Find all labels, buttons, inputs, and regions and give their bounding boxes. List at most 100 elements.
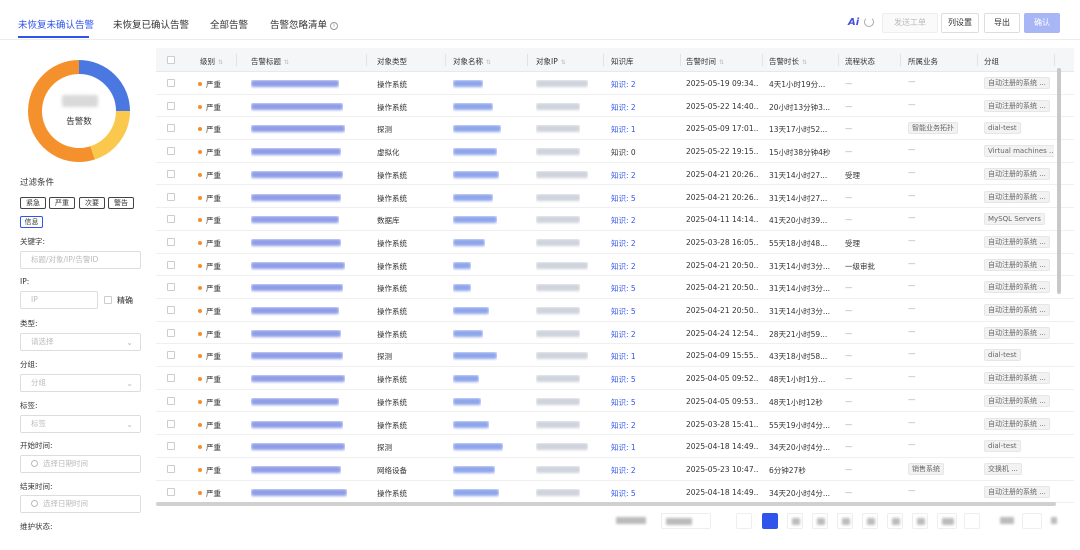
col-object-name[interactable]: 对象名称 ⇅ bbox=[453, 56, 491, 67]
cell-title[interactable] bbox=[251, 443, 345, 452]
row-checkbox[interactable] bbox=[167, 237, 175, 246]
last-page-button[interactable] bbox=[937, 513, 957, 529]
col-level[interactable]: 级别 ⇅ bbox=[200, 56, 223, 67]
cell-knowledge[interactable]: 知识: 1 bbox=[611, 124, 636, 135]
cell-title[interactable] bbox=[251, 307, 339, 316]
table-row[interactable]: 严重 操作系统 知识: 2 2025-05-19 09:34... 4天1小时1… bbox=[156, 72, 1074, 95]
cell-knowledge[interactable]: 知识: 2 bbox=[611, 420, 636, 431]
cell-title[interactable] bbox=[251, 216, 339, 225]
cell-knowledge[interactable]: 知识: 5 bbox=[611, 283, 636, 294]
cell-title[interactable] bbox=[251, 261, 345, 271]
cell-title[interactable] bbox=[251, 284, 343, 293]
cell-knowledge[interactable]: 知识: 1 bbox=[611, 442, 636, 453]
cell-title[interactable] bbox=[251, 193, 341, 203]
table-row[interactable]: 严重 虚拟化 知识: 0 2025-05-22 19:15... 15小时38分… bbox=[156, 140, 1074, 163]
cell-title[interactable] bbox=[251, 148, 341, 157]
cell-title[interactable] bbox=[251, 102, 343, 112]
send-ticket-button[interactable]: 发送工单 bbox=[882, 13, 938, 33]
table-row[interactable]: 严重 操作系统 知识: 2 2025-04-24 12:54... 28天21小… bbox=[156, 322, 1074, 345]
page-button[interactable] bbox=[812, 513, 828, 529]
table-row[interactable]: 严重 操作系统 知识: 2 2025-04-21 20:26... 31天14小… bbox=[156, 163, 1074, 186]
row-checkbox[interactable] bbox=[167, 351, 175, 360]
page-size-select[interactable] bbox=[661, 513, 711, 529]
row-checkbox[interactable] bbox=[167, 260, 175, 269]
row-checkbox[interactable] bbox=[167, 147, 175, 156]
tab-unrecovered-unconfirmed[interactable]: 未恢复未确认告警 bbox=[18, 17, 94, 31]
cell-knowledge[interactable]: 知识: 2 bbox=[611, 79, 636, 90]
cell-title[interactable] bbox=[251, 352, 343, 361]
table-row[interactable]: 严重 操作系统 知识: 5 2025-04-21 20:50... 31天14小… bbox=[156, 276, 1074, 299]
group-select[interactable]: 分组 ⌄ bbox=[20, 374, 141, 392]
exact-checkbox[interactable] bbox=[104, 296, 112, 304]
cell-object-name[interactable] bbox=[453, 488, 499, 498]
cell-object-name[interactable] bbox=[453, 170, 499, 180]
cell-object-name[interactable] bbox=[453, 465, 495, 475]
cell-title[interactable] bbox=[251, 170, 343, 180]
cell-knowledge[interactable]: 知识: 0 bbox=[611, 147, 636, 158]
page-button[interactable] bbox=[787, 513, 803, 529]
page-button[interactable] bbox=[862, 513, 878, 529]
cell-knowledge[interactable]: 知识: 5 bbox=[611, 306, 636, 317]
prev-page-button[interactable] bbox=[736, 513, 752, 529]
row-checkbox[interactable] bbox=[167, 374, 175, 383]
cell-title[interactable] bbox=[251, 125, 345, 134]
level-chip-major[interactable]: 严重 bbox=[49, 197, 75, 209]
level-chip-critical[interactable]: 紧急 bbox=[20, 197, 46, 209]
row-checkbox[interactable] bbox=[167, 487, 175, 496]
col-title[interactable]: 告警标题 ⇅ bbox=[251, 56, 289, 67]
cell-title[interactable] bbox=[251, 80, 339, 89]
cell-object-name[interactable] bbox=[453, 238, 485, 248]
vertical-scrollbar[interactable] bbox=[1057, 68, 1061, 294]
row-checkbox[interactable] bbox=[167, 419, 175, 428]
cell-knowledge[interactable]: 知识: 5 bbox=[611, 397, 636, 408]
cell-knowledge[interactable]: 知识: 5 bbox=[611, 488, 636, 499]
horizontal-scrollbar[interactable] bbox=[156, 502, 1056, 506]
cell-knowledge[interactable]: 知识: 2 bbox=[611, 329, 636, 340]
cell-object-name[interactable] bbox=[453, 80, 483, 89]
cell-knowledge[interactable]: 知识: 2 bbox=[611, 170, 636, 181]
cell-object-name[interactable] bbox=[453, 397, 481, 407]
export-button[interactable]: 导出 bbox=[984, 13, 1020, 33]
next-page-button[interactable] bbox=[964, 513, 980, 529]
table-row[interactable]: 严重 探测 知识: 1 2025-05-09 17:01... 13天17小时5… bbox=[156, 117, 1074, 141]
start-time-picker[interactable]: 选择日期时间 bbox=[20, 455, 141, 473]
level-chip-info[interactable]: 信息 bbox=[20, 216, 43, 228]
cell-title[interactable] bbox=[251, 397, 339, 407]
row-checkbox[interactable] bbox=[167, 283, 175, 292]
table-row[interactable]: 严重 操作系统 知识: 2 2025-03-28 15:41... 55天19小… bbox=[156, 413, 1074, 436]
tab-all-alerts[interactable]: 全部告警 bbox=[210, 17, 248, 31]
cell-object-name[interactable] bbox=[453, 284, 471, 293]
cell-object-name[interactable] bbox=[453, 375, 479, 384]
tab-unrecovered-confirmed[interactable]: 未恢复已确认告警 bbox=[113, 17, 189, 31]
ip-input[interactable]: IP bbox=[20, 291, 98, 309]
cell-object-name[interactable] bbox=[453, 352, 497, 361]
cell-title[interactable] bbox=[251, 420, 343, 430]
cell-object-name[interactable] bbox=[453, 216, 497, 225]
cell-knowledge[interactable]: 知识: 2 bbox=[611, 215, 636, 226]
tag-select[interactable]: 标签 ⌄ bbox=[20, 415, 141, 433]
cell-object-name[interactable] bbox=[453, 420, 489, 430]
column-settings-button[interactable]: 列设置 bbox=[941, 13, 979, 33]
row-checkbox[interactable] bbox=[167, 464, 175, 473]
row-checkbox[interactable] bbox=[167, 396, 175, 405]
ai-icon[interactable]: Ai bbox=[848, 17, 859, 28]
row-checkbox[interactable] bbox=[167, 442, 175, 451]
table-row[interactable]: 严重 操作系统 知识: 5 2025-04-21 20:26... 31天14小… bbox=[156, 186, 1074, 209]
cell-knowledge[interactable]: 知识: 1 bbox=[611, 351, 636, 362]
row-checkbox[interactable] bbox=[167, 328, 175, 337]
table-row[interactable]: 严重 操作系统 知识: 5 2025-04-18 14:49... 34天20小… bbox=[156, 481, 1074, 504]
col-business[interactable]: 所属业务 bbox=[908, 56, 938, 67]
cell-object-name[interactable] bbox=[453, 261, 471, 271]
select-all-checkbox[interactable] bbox=[167, 56, 175, 64]
col-group[interactable]: 分组 bbox=[984, 56, 999, 67]
cell-object-name[interactable] bbox=[453, 329, 483, 339]
confirm-button[interactable]: 确认 bbox=[1024, 13, 1060, 33]
row-checkbox[interactable] bbox=[167, 306, 175, 314]
info-icon[interactable]: i bbox=[330, 22, 339, 30]
table-row[interactable]: 严重 操作系统 知识: 5 2025-04-21 20:50... 31天14小… bbox=[156, 299, 1074, 322]
col-object-ip[interactable]: 对象IP ⇅ bbox=[536, 56, 566, 67]
page-ellipsis[interactable] bbox=[912, 513, 928, 529]
cell-title[interactable] bbox=[251, 238, 341, 248]
level-chip-minor[interactable]: 次要 bbox=[79, 197, 105, 209]
cell-object-name[interactable] bbox=[453, 443, 503, 452]
